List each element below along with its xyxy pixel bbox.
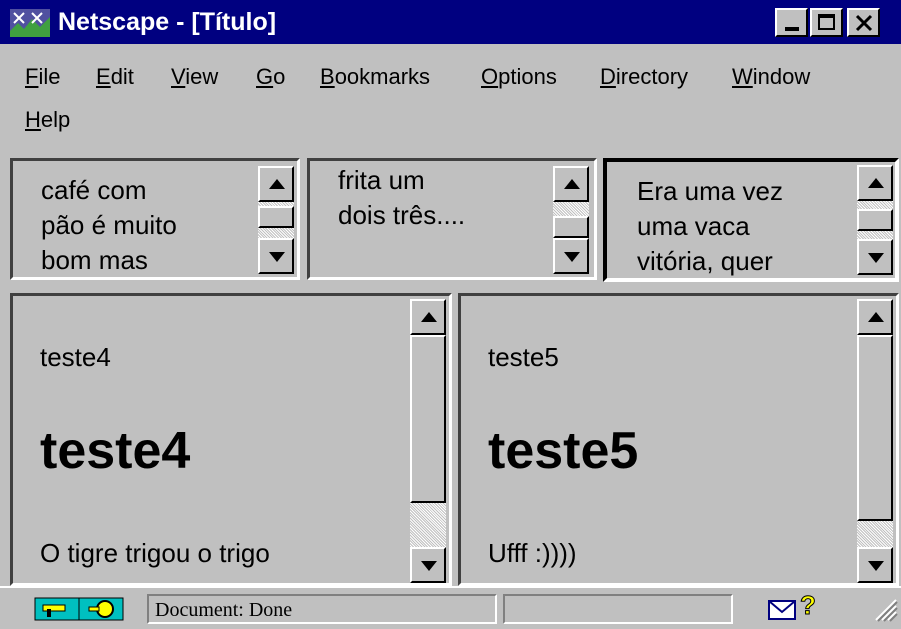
frame-top-3-line-3: vitória, quer xyxy=(637,246,773,276)
menu-directory[interactable]: Directory xyxy=(600,64,688,90)
frame-top-1-line-3: bom mas xyxy=(41,245,148,275)
frame-right-bottom-text: Ufff :)))) xyxy=(488,538,577,568)
frame-left-heading: teste4 xyxy=(40,422,191,480)
menu-window-label: indow xyxy=(752,64,811,89)
scroll-thumb[interactable] xyxy=(553,216,589,238)
menu-options-label: ptions xyxy=(498,64,557,89)
scroll-down-button[interactable] xyxy=(410,547,446,583)
menu-bookmarks-mnemonic: B xyxy=(320,64,335,89)
scroll-down-button[interactable] xyxy=(258,238,294,274)
frame-top-3[interactable]: Era uma vez uma vaca vitória, quer xyxy=(603,158,899,282)
netscape-logo-icon[interactable] xyxy=(10,9,50,37)
progress-field xyxy=(503,594,733,624)
menu-view-label: iew xyxy=(185,64,219,89)
arrow-down-icon xyxy=(564,252,580,262)
arrow-down-icon xyxy=(868,561,884,571)
menu-window[interactable]: Window xyxy=(732,64,810,90)
scroll-thumb[interactable] xyxy=(857,209,893,231)
frame-top-2[interactable]: frita um dois três.... xyxy=(307,158,597,280)
title-bar: Netscape - [Título] xyxy=(0,0,901,44)
menu-help-label: elp xyxy=(40,107,71,132)
menu-directory-mnemonic: D xyxy=(600,64,616,89)
menu-view-mnemonic: V xyxy=(171,64,186,89)
menu-file-mnemonic: F xyxy=(25,64,39,89)
frame-top-1-line-2: pão é muito xyxy=(41,210,177,240)
arrow-down-icon xyxy=(868,253,884,263)
arrow-up-icon xyxy=(269,179,285,189)
menu-edit-mnemonic: E xyxy=(96,64,111,89)
scroll-up-button[interactable] xyxy=(258,166,294,202)
scroll-up-button[interactable] xyxy=(857,165,893,201)
minimize-button[interactable] xyxy=(775,8,808,37)
status-bar: Document: Done ? xyxy=(0,586,901,629)
scroll-down-button[interactable] xyxy=(553,238,589,274)
arrow-up-icon xyxy=(868,312,884,322)
menu-help[interactable]: Help xyxy=(25,107,70,133)
scroll-up-button[interactable] xyxy=(410,299,446,335)
menu-bookmarks[interactable]: Bookmarks xyxy=(320,64,430,90)
menu-go-mnemonic: G xyxy=(256,64,274,89)
frame-right-scrollbar[interactable] xyxy=(857,299,893,583)
scroll-track[interactable] xyxy=(857,521,893,547)
menu-go[interactable]: Go xyxy=(256,64,285,90)
arrow-up-icon xyxy=(564,179,580,189)
menu-go-label: o xyxy=(273,64,286,89)
scroll-down-button[interactable] xyxy=(857,547,893,583)
menu-view[interactable]: View xyxy=(171,64,218,90)
frame-top-2-scrollbar[interactable] xyxy=(553,166,589,274)
maximize-icon xyxy=(818,14,835,30)
window-title: Netscape - [Título] xyxy=(58,8,277,36)
frame-top-1[interactable]: café com pão é muito bom mas xyxy=(10,158,300,280)
arrow-up-icon xyxy=(868,178,884,188)
mail-icon[interactable] xyxy=(768,600,798,622)
status-text: Document: Done xyxy=(155,599,293,621)
help-question-icon[interactable]: ? xyxy=(800,590,817,621)
scroll-thumb[interactable] xyxy=(857,335,893,521)
frame-left-scrollbar[interactable] xyxy=(410,299,446,583)
frame-right-small-text: teste5 xyxy=(488,342,559,372)
menu-edit[interactable]: Edit xyxy=(96,64,134,90)
frame-left-bottom-text: O tigre trigou o trigo xyxy=(40,538,270,568)
maximize-button[interactable] xyxy=(810,8,843,37)
frame-bottom-left[interactable]: teste4 teste4 O tigre trigou o trigo xyxy=(10,293,452,586)
menu-options[interactable]: Options xyxy=(481,64,557,90)
frame-bottom-right[interactable]: teste5 teste5 Ufff :)))) xyxy=(458,293,899,586)
frame-right-heading: teste5 xyxy=(488,422,639,480)
menu-options-mnemonic: O xyxy=(481,64,499,89)
frame-top-2-line-1: frita um xyxy=(338,165,425,195)
scroll-track[interactable] xyxy=(410,503,446,547)
arrow-down-icon xyxy=(421,561,437,571)
frame-top-1-line-1: café com xyxy=(41,175,147,205)
menu-bookmarks-label: ookmarks xyxy=(334,64,431,89)
menu-file[interactable]: File xyxy=(25,64,60,90)
arrow-down-icon xyxy=(269,252,285,262)
security-key-icon[interactable] xyxy=(33,595,129,623)
frame-top-3-line-1: Era uma vez xyxy=(637,176,783,206)
menu-window-mnemonic: W xyxy=(732,64,753,89)
frame-top-3-scrollbar[interactable] xyxy=(857,165,893,275)
arrow-up-icon xyxy=(421,312,437,322)
frame-top-1-scrollbar[interactable] xyxy=(258,166,294,274)
scroll-thumb[interactable] xyxy=(410,335,446,503)
menu-file-label: ile xyxy=(38,64,61,89)
menu-edit-label: dit xyxy=(110,64,134,89)
menu-directory-label: irectory xyxy=(615,64,689,89)
scroll-thumb[interactable] xyxy=(258,206,294,228)
frame-top-2-line-2: dois três.... xyxy=(338,200,466,230)
frame-left-small-text: teste4 xyxy=(40,342,111,372)
resize-grip-icon[interactable] xyxy=(872,596,898,622)
close-button[interactable] xyxy=(847,8,880,37)
menu-help-mnemonic: H xyxy=(25,107,41,132)
close-icon xyxy=(855,14,873,32)
minimize-icon xyxy=(785,27,799,31)
scroll-down-button[interactable] xyxy=(857,239,893,275)
status-message-field: Document: Done xyxy=(147,594,497,624)
scroll-up-button[interactable] xyxy=(857,299,893,335)
scroll-up-button[interactable] xyxy=(553,166,589,202)
frame-top-3-line-2: uma vaca xyxy=(637,211,750,241)
